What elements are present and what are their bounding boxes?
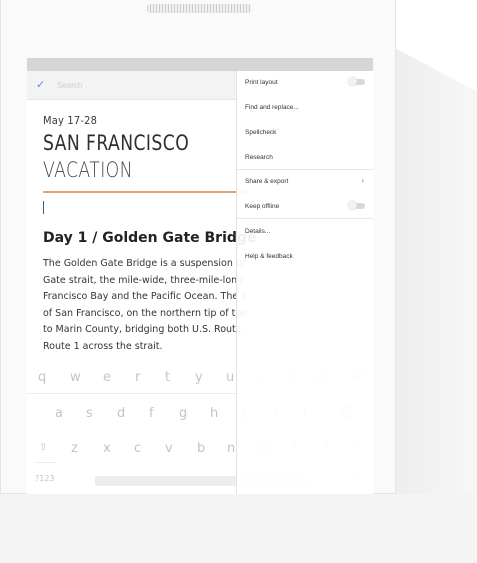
status-bar <box>27 58 373 71</box>
text-cursor <box>43 201 44 214</box>
menu-item-research[interactable]: Research <box>237 146 373 170</box>
menu-item-details[interactable]: Details... <box>237 220 373 244</box>
menu-item-label: Print layout <box>245 79 278 86</box>
key[interactable]: v <box>165 441 173 456</box>
keep-offline-toggle[interactable] <box>348 201 365 210</box>
menu-item-label: Research <box>245 154 273 161</box>
key[interactable]: q <box>38 370 46 385</box>
chevron-right-icon: › <box>361 176 364 185</box>
menu-item-label: Keep offline <box>245 203 280 210</box>
key[interactable]: s <box>86 406 93 421</box>
menu-item-find-replace[interactable]: Find and replace... <box>237 96 373 120</box>
key[interactable]: h <box>210 406 218 421</box>
key[interactable]: g <box>179 406 187 421</box>
key[interactable]: t <box>165 370 170 385</box>
search-input[interactable] <box>57 78 177 92</box>
title-divider <box>43 191 248 193</box>
print-layout-toggle[interactable] <box>348 77 365 86</box>
menu-item-spellcheck[interactable]: Spellcheck <box>237 121 373 145</box>
menu-item-print-layout[interactable]: Print layout <box>237 71 373 95</box>
key[interactable]: f <box>149 406 154 421</box>
key[interactable]: u <box>226 370 234 385</box>
menu-item-keep-offline[interactable]: Keep offline <box>237 195 373 219</box>
tablet-screen: ✓ May 17-28 SAN FRANCISCO VACATION Day 1… <box>27 58 373 494</box>
key[interactable]: y <box>195 370 203 385</box>
menu-item-label: Spellcheck <box>245 129 277 136</box>
key[interactable]: a <box>55 406 63 421</box>
bottom-band <box>0 494 477 563</box>
menu-item-label: Share & export <box>245 178 289 185</box>
menu-item-share-export[interactable]: Share & export › <box>237 170 373 194</box>
key[interactable]: e <box>103 370 111 385</box>
menu-separator <box>237 218 373 219</box>
key[interactable]: r <box>135 370 140 385</box>
menu-item-label: Find and replace... <box>245 104 299 111</box>
key[interactable]: c <box>134 441 141 456</box>
menu-item-label: Details... <box>245 228 271 235</box>
symbols-key[interactable]: ?123 <box>35 474 55 483</box>
key[interactable]: d <box>117 406 125 421</box>
tablet-frame: ✓ May 17-28 SAN FRANCISCO VACATION Day 1… <box>0 0 396 494</box>
keyboard-divider <box>35 462 55 463</box>
menu-item-label: Help & feedback <box>245 253 293 260</box>
speaker-grille <box>147 4 251 13</box>
key[interactable]: x <box>103 441 111 456</box>
key[interactable]: z <box>71 441 78 456</box>
key[interactable]: w <box>70 370 81 385</box>
shift-icon[interactable]: ⇧ <box>39 442 47 453</box>
menu-item-help-feedback[interactable]: Help & feedback <box>237 245 373 269</box>
overflow-menu: Print layout Find and replace... Spellch… <box>236 71 373 494</box>
key[interactable]: b <box>197 441 205 456</box>
key[interactable]: n <box>227 441 235 456</box>
check-icon[interactable]: ✓ <box>36 78 45 91</box>
